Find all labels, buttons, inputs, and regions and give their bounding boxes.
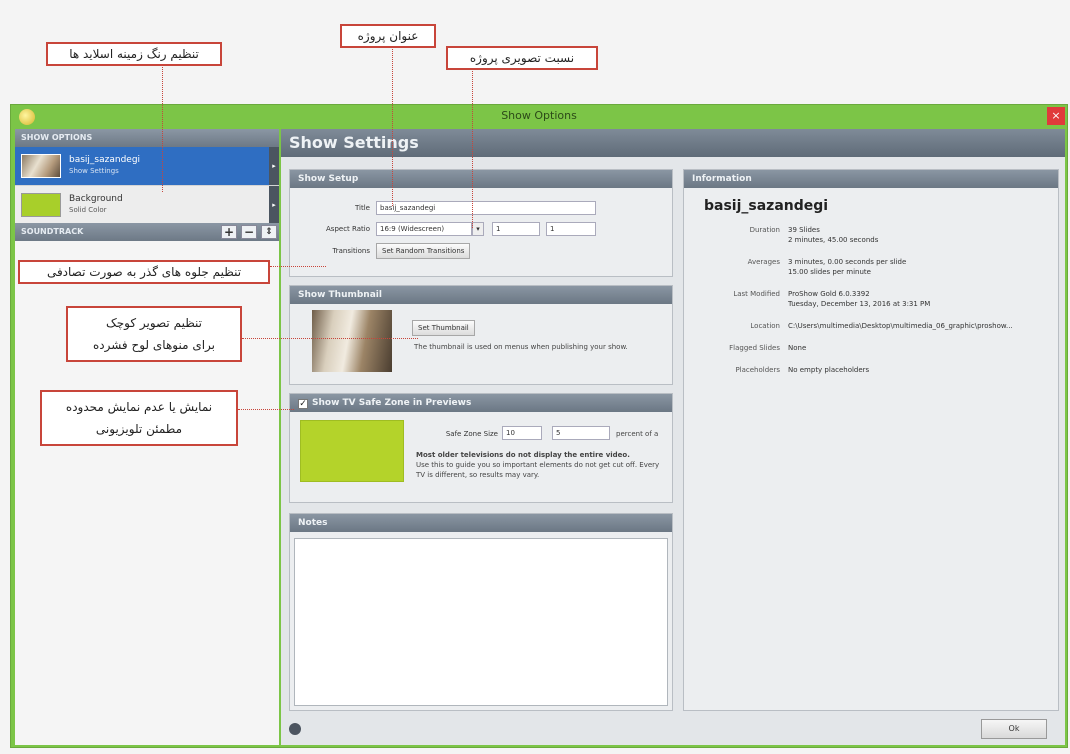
callout-thumbnail: تنظیم تصویر کوچک برای منوهای لوح فشرده bbox=[66, 306, 242, 362]
safe-zone-header-label: Show TV Safe Zone in Previews bbox=[312, 398, 472, 408]
leader-safe-zone bbox=[238, 409, 294, 410]
option-background[interactable]: Background Solid Color ▸ bbox=[15, 185, 279, 224]
set-random-transitions-button[interactable]: Set Random Transitions bbox=[376, 243, 471, 259]
option-name: basij_sazandegi bbox=[69, 155, 141, 165]
information-header: Information bbox=[684, 170, 1058, 188]
show-setup-panel: Show Setup Title basij_sazandegi Aspect … bbox=[289, 169, 673, 277]
info-value-averages-2: 15.00 slides per minute bbox=[788, 268, 871, 276]
show-thumbnail-header: Show Thumbnail bbox=[290, 286, 672, 304]
info-value-last-modified-2: Tuesday, December 13, 2016 at 3:31 PM bbox=[788, 300, 931, 308]
safe-zone-width-input[interactable]: 10 bbox=[502, 426, 542, 440]
expand-arrow-icon[interactable]: ▸ bbox=[269, 147, 279, 185]
show-thumbnail-icon bbox=[21, 154, 61, 178]
option-show-settings[interactable]: basij_sazandegi Show Settings ▸ bbox=[15, 147, 279, 185]
safe-zone-size-label: Safe Zone Size bbox=[445, 430, 498, 438]
soundtrack-header: SOUNDTRACK + − ⇕ bbox=[15, 223, 279, 241]
expand-arrow-icon[interactable]: ▸ bbox=[269, 186, 279, 224]
callout-thumbnail-line1: تنظیم تصویر کوچک bbox=[105, 316, 203, 330]
safe-zone-panel: ✓ Show TV Safe Zone in Previews Safe Zone… bbox=[289, 393, 673, 503]
info-label-averages: Averages bbox=[747, 258, 780, 266]
info-label-duration: Duration bbox=[749, 226, 780, 234]
leader-aspect bbox=[472, 68, 473, 228]
callout-safe-zone-line1: نمایش یا عدم نمایش محدوده bbox=[65, 400, 213, 414]
gear-icon[interactable] bbox=[289, 723, 301, 735]
callout-slide-bg-color: تنظیم رنگ زمینه اسلاید ها bbox=[46, 42, 222, 66]
callout-safe-zone: نمایش یا عدم نمایش محدوده مطمئن تلویزیون… bbox=[40, 390, 238, 446]
move-soundtrack-button[interactable]: ⇕ bbox=[261, 225, 277, 239]
callout-thumbnail-line2: برای منوهای لوح فشرده bbox=[92, 338, 216, 352]
show-setup-header: Show Setup bbox=[290, 170, 672, 188]
close-button[interactable]: × bbox=[1047, 107, 1065, 125]
safe-zone-preview bbox=[300, 420, 404, 482]
leader-slide-bg bbox=[162, 62, 163, 192]
info-value-last-modified: ProShow Gold 6.0.3392 bbox=[788, 290, 870, 298]
leader-transitions bbox=[270, 266, 326, 267]
percent-label: percent of a bbox=[616, 430, 659, 438]
leader-title bbox=[392, 46, 393, 206]
set-thumbnail-button[interactable]: Set Thumbnail bbox=[412, 320, 475, 336]
option-name: Background bbox=[69, 194, 123, 204]
info-value-placeholders: No empty placeholders bbox=[788, 366, 870, 374]
remove-soundtrack-button[interactable]: − bbox=[241, 225, 257, 239]
callout-random-transitions: تنظیم جلوه های گذر به صورت تصادفی bbox=[18, 260, 270, 284]
option-sub: Solid Color bbox=[69, 206, 107, 214]
aspect-width-input[interactable]: 1 bbox=[492, 222, 540, 236]
info-label-placeholders: Placeholders bbox=[735, 366, 780, 374]
ok-button[interactable]: Ok bbox=[981, 719, 1047, 739]
safe-zone-header: ✓ Show TV Safe Zone in Previews bbox=[290, 394, 672, 412]
leader-thumbnail bbox=[242, 338, 418, 339]
title-bar: Show Options × bbox=[11, 105, 1067, 129]
safe-zone-description-bold: Most older televisions do not display th… bbox=[416, 451, 630, 459]
show-settings-header: Show Settings bbox=[281, 129, 1065, 157]
info-label-location: Location bbox=[750, 322, 780, 330]
callout-project-aspect: نسبت تصویری پروژه bbox=[446, 46, 598, 70]
thumbnail-description: The thumbnail is used on menus when publ… bbox=[414, 343, 628, 351]
notes-panel: Notes bbox=[289, 513, 673, 711]
notes-header: Notes bbox=[290, 514, 672, 532]
callout-safe-zone-line2: مطمئن تلویزیونی bbox=[95, 422, 183, 436]
color-swatch-icon bbox=[21, 193, 61, 217]
aspect-height-input[interactable]: 1 bbox=[546, 222, 596, 236]
aspect-ratio-label: Aspect Ratio bbox=[326, 225, 370, 233]
title-label: Title bbox=[354, 204, 370, 212]
safe-zone-description: Use this to guide you so important eleme… bbox=[416, 461, 660, 479]
callout-project-title: عنوان پروژه bbox=[340, 24, 436, 48]
right-pane: Show Settings Show Setup Title basij_saz… bbox=[281, 129, 1065, 745]
soundtrack-label: SOUNDTRACK bbox=[21, 227, 84, 236]
show-name: basij_sazandegi bbox=[704, 198, 829, 214]
info-value-duration: 39 Slides bbox=[788, 226, 820, 234]
transitions-label: Transitions bbox=[332, 247, 371, 255]
chevron-down-icon[interactable]: ▾ bbox=[472, 222, 484, 236]
show-options-header: SHOW OPTIONS bbox=[15, 129, 279, 147]
thumbnail-image bbox=[312, 310, 392, 372]
info-value-averages: 3 minutes, 0.00 seconds per slide bbox=[788, 258, 907, 266]
option-sub: Show Settings bbox=[69, 167, 119, 175]
add-soundtrack-button[interactable]: + bbox=[221, 225, 237, 239]
title-input[interactable]: basij_sazandegi bbox=[376, 201, 596, 215]
info-value-flagged-slides: None bbox=[788, 344, 807, 352]
info-value-location: C:\Users\multimedia\Desktop\multimedia_0… bbox=[788, 322, 1013, 330]
aspect-ratio-select[interactable]: 16:9 (Widescreen) bbox=[376, 222, 472, 236]
information-panel: Information basij_sazandegi Duration 39 … bbox=[683, 169, 1059, 711]
info-label-last-modified: Last Modified bbox=[733, 290, 780, 298]
safe-zone-checkbox[interactable]: ✓ bbox=[298, 399, 308, 409]
window-title: Show Options bbox=[501, 109, 577, 122]
show-thumbnail-panel: Show Thumbnail Set Thumbnail The thumbna… bbox=[289, 285, 673, 385]
info-label-flagged-slides: Flagged Slides bbox=[729, 344, 780, 352]
info-value-duration-2: 2 minutes, 45.00 seconds bbox=[788, 236, 879, 244]
safe-zone-height-input[interactable]: 5 bbox=[552, 426, 610, 440]
notes-textarea[interactable] bbox=[294, 538, 668, 706]
